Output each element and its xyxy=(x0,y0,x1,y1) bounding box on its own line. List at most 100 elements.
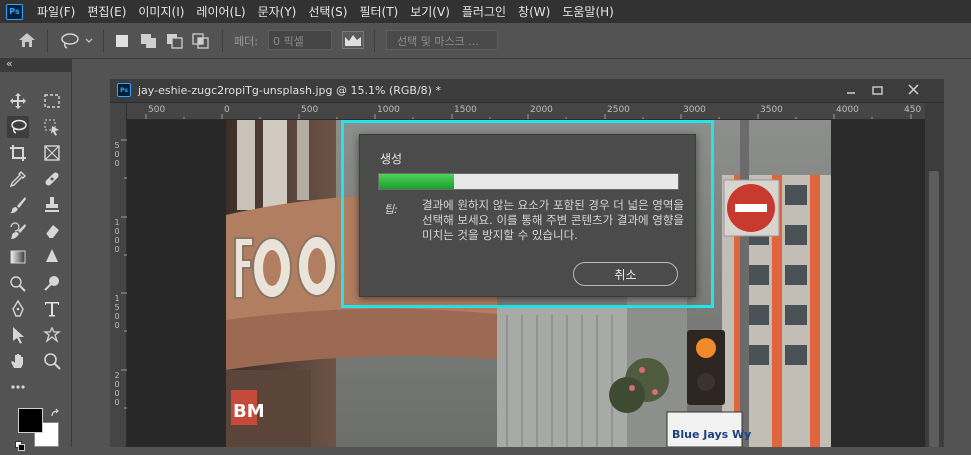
scrollbar-thumb[interactable] xyxy=(929,171,939,447)
new-selection-icon[interactable] xyxy=(114,33,130,53)
menu-image[interactable]: 이미지(I) xyxy=(132,3,190,20)
menu-layer[interactable]: 레이어(L) xyxy=(190,3,251,20)
ruler-label: 500 xyxy=(148,105,166,115)
add-to-selection-icon[interactable] xyxy=(140,33,158,53)
crop-tool-icon[interactable] xyxy=(7,142,29,164)
lasso-tool-preset-icon[interactable] xyxy=(60,32,94,54)
ruler-label: 3000 xyxy=(683,105,706,115)
ruler-label: 450 xyxy=(904,105,922,115)
home-icon[interactable] xyxy=(18,32,36,52)
menu-type[interactable]: 문자(Y) xyxy=(252,3,303,20)
ruler-label: 4000 xyxy=(836,105,859,115)
menu-filter[interactable]: 필터(T) xyxy=(353,3,404,20)
ruler-label: 5 xyxy=(114,141,120,150)
foreground-color-swatch[interactable] xyxy=(18,408,43,433)
type-tool-icon[interactable] xyxy=(41,298,63,320)
history-brush-tool-icon[interactable] xyxy=(7,220,29,242)
spot-healing-brush-icon[interactable] xyxy=(41,168,63,190)
ruler-label: 1 xyxy=(114,218,120,227)
vertical-scrollbar[interactable] xyxy=(925,103,944,447)
clone-stamp-tool-icon[interactable] xyxy=(41,194,63,216)
options-bar: 페더: 0 픽셀 선택 및 마스크 ... xyxy=(0,23,971,59)
menu-bar: Ps 파일(F) 편집(E) 이미지(I) 레이어(L) 문자(Y) 선택(S)… xyxy=(0,0,971,23)
default-colors-icon[interactable] xyxy=(15,436,25,455)
ruler-label: 0 xyxy=(114,236,120,245)
progress-bar-fill xyxy=(379,174,454,189)
generate-progress-dialog: 생성 팁: 결과에 원하지 않는 요소가 포함된 경우 더 넓은 영역을 선택해… xyxy=(359,134,696,297)
ruler-label: 0 xyxy=(114,398,120,407)
photo-sign-bm: BM xyxy=(233,401,265,422)
maximize-icon[interactable] xyxy=(870,83,886,102)
hand-tool-icon[interactable] xyxy=(7,350,29,372)
zoom-tool-icon[interactable] xyxy=(41,350,63,372)
tip-label: 팁: xyxy=(384,203,398,216)
ruler-label: 0 xyxy=(114,227,120,236)
separator xyxy=(47,30,48,52)
dialog-title: 생성 xyxy=(380,152,403,166)
ruler-label: 5 xyxy=(114,303,120,312)
eyedropper-tool-icon[interactable] xyxy=(7,168,29,190)
collapse-icon[interactable]: « xyxy=(6,57,13,70)
blur-tool-icon[interactable] xyxy=(41,246,63,268)
menu-view[interactable]: 보기(V) xyxy=(404,3,456,20)
path-selection-tool-icon[interactable] xyxy=(7,324,29,346)
custom-shape-tool-icon[interactable] xyxy=(41,324,63,346)
intersect-selection-icon[interactable] xyxy=(192,33,210,53)
anti-alias-icon[interactable] xyxy=(342,31,364,53)
ruler-label: 1500 xyxy=(454,105,477,115)
separator xyxy=(374,30,375,52)
frame-tool-icon[interactable] xyxy=(41,142,63,164)
vertical-ruler: 5 0 0 1 0 0 0 1 5 0 0 2 0 0 0 xyxy=(110,103,127,447)
marquee-tool-icon[interactable] xyxy=(41,90,63,112)
menu-plugins[interactable]: 플러그인 xyxy=(456,3,512,20)
document-tab[interactable]: Ps jay-eshie-zugc2ropiTg-unsplash.jpg @ … xyxy=(110,79,944,103)
close-icon[interactable] xyxy=(906,82,922,101)
object-selection-tool-icon[interactable] xyxy=(41,116,63,138)
ruler-label: 0 xyxy=(114,159,120,168)
ruler-label: 0 xyxy=(224,105,230,115)
photo-sign-bluejays: Blue Jays Wy xyxy=(672,428,751,441)
ruler-label: 0 xyxy=(114,389,120,398)
move-tool-icon[interactable] xyxy=(7,90,29,112)
ruler-label: 500 xyxy=(301,105,319,115)
ruler-label: 2 xyxy=(114,371,120,380)
horizontal-ruler: 500 0 500 1000 1500 2000 2500 3000 3500 … xyxy=(127,103,925,120)
menu-window[interactable]: 창(W) xyxy=(512,3,556,20)
eraser-tool-icon[interactable] xyxy=(41,220,63,242)
menu-edit[interactable]: 편집(E) xyxy=(81,3,132,20)
select-and-mask-button[interactable]: 선택 및 마스크 ... xyxy=(386,30,498,50)
ruler-label: 0 xyxy=(114,245,120,254)
document-ps-icon: Ps xyxy=(117,83,131,97)
ruler-label: 1 xyxy=(114,294,120,303)
tool-panel-header: « xyxy=(0,57,72,72)
ruler-label: 3500 xyxy=(760,105,783,115)
tip-text: 결과에 원하지 않는 요소가 포함된 경우 더 넓은 영역을 선택해 보세요. … xyxy=(422,198,685,242)
subtract-from-selection-icon[interactable] xyxy=(166,33,184,53)
pen-tool-icon[interactable] xyxy=(7,298,29,320)
more-tools-icon[interactable] xyxy=(7,376,29,398)
cancel-button[interactable]: 취소 xyxy=(573,262,678,286)
photoshop-logo: Ps xyxy=(6,3,23,20)
ruler-label: 2000 xyxy=(530,105,553,115)
ruler-label: 2500 xyxy=(607,105,630,115)
lasso-tool-icon[interactable] xyxy=(7,116,29,138)
ruler-label: 1000 xyxy=(377,105,400,115)
brush-tool-icon[interactable] xyxy=(7,194,29,216)
feather-label: 페더: xyxy=(234,35,258,48)
document-title: jay-eshie-zugc2ropiTg-unsplash.jpg @ 15.… xyxy=(138,84,441,97)
menu-select[interactable]: 선택(S) xyxy=(302,3,353,20)
smudge-tool-icon[interactable] xyxy=(41,272,63,294)
menu-file[interactable]: 파일(F) xyxy=(31,3,81,20)
minimize-icon[interactable] xyxy=(843,83,859,102)
separator xyxy=(103,30,104,52)
gradient-tool-icon[interactable] xyxy=(7,246,29,268)
dodge-tool-icon[interactable] xyxy=(7,272,29,294)
menu-help[interactable]: 도움말(H) xyxy=(556,3,620,20)
ruler-label: 0 xyxy=(114,150,120,159)
ruler-label: 0 xyxy=(114,312,120,321)
ruler-label: 0 xyxy=(114,321,120,330)
progress-bar xyxy=(378,173,679,190)
feather-input[interactable]: 0 픽셀 xyxy=(268,30,332,50)
swap-colors-icon[interactable] xyxy=(50,405,62,424)
ruler-label: 0 xyxy=(114,380,120,389)
